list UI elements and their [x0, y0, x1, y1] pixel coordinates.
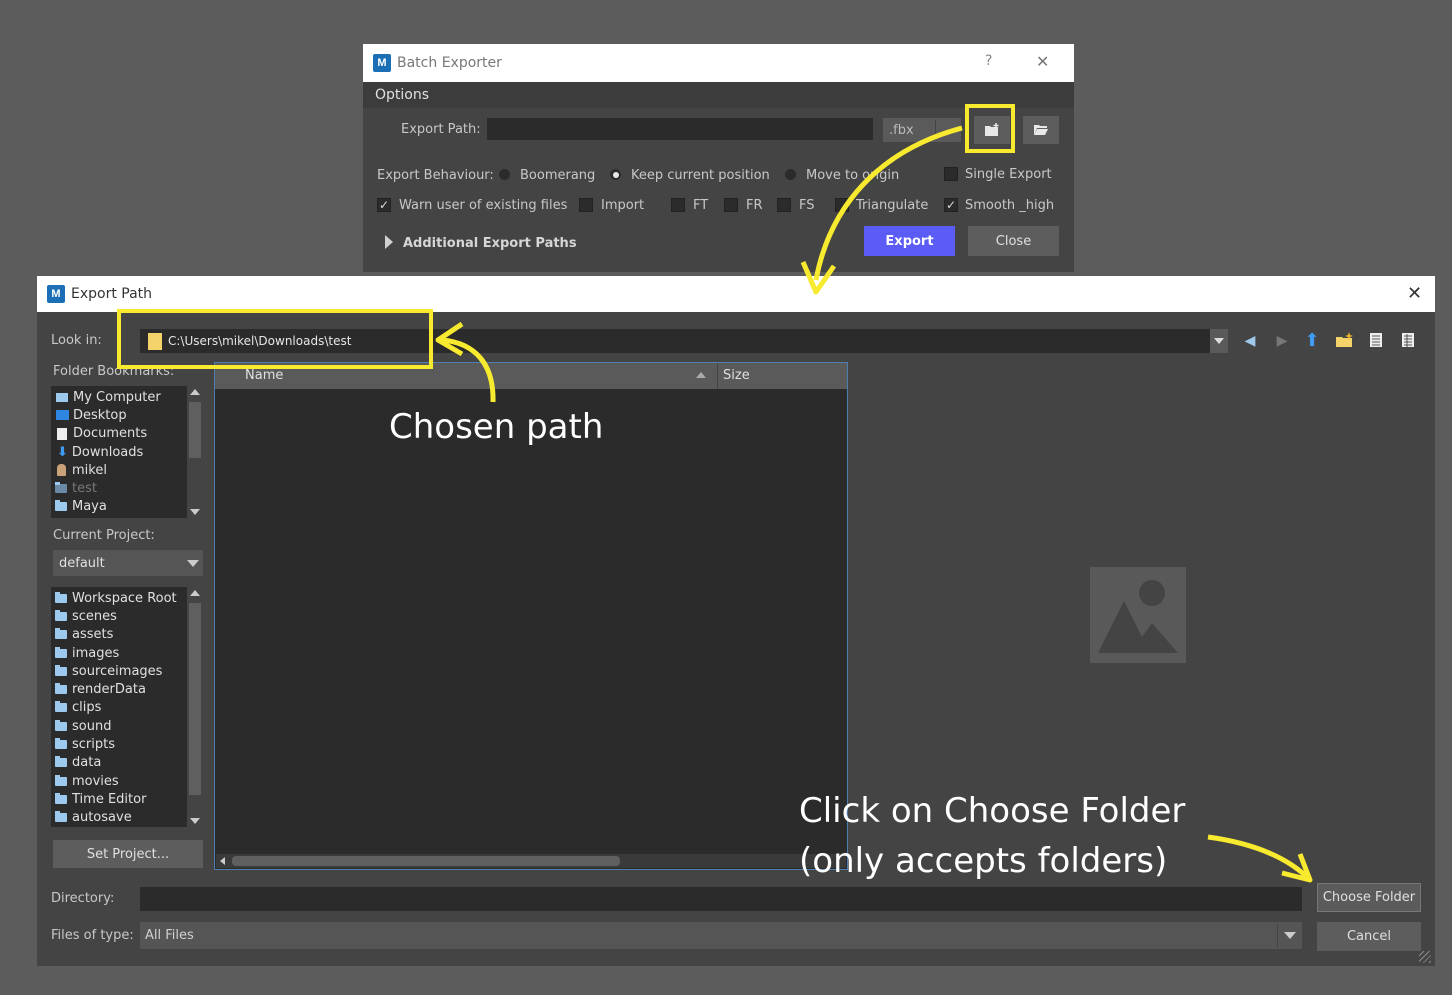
annotation-click-choose-line2: (only accepts folders) [799, 841, 1168, 881]
annotation-arrows [435, 125, 1313, 883]
annotation-chosen-path: Chosen path [389, 407, 604, 447]
annotation-click-choose-line1: Click on Choose Folder [799, 791, 1186, 831]
